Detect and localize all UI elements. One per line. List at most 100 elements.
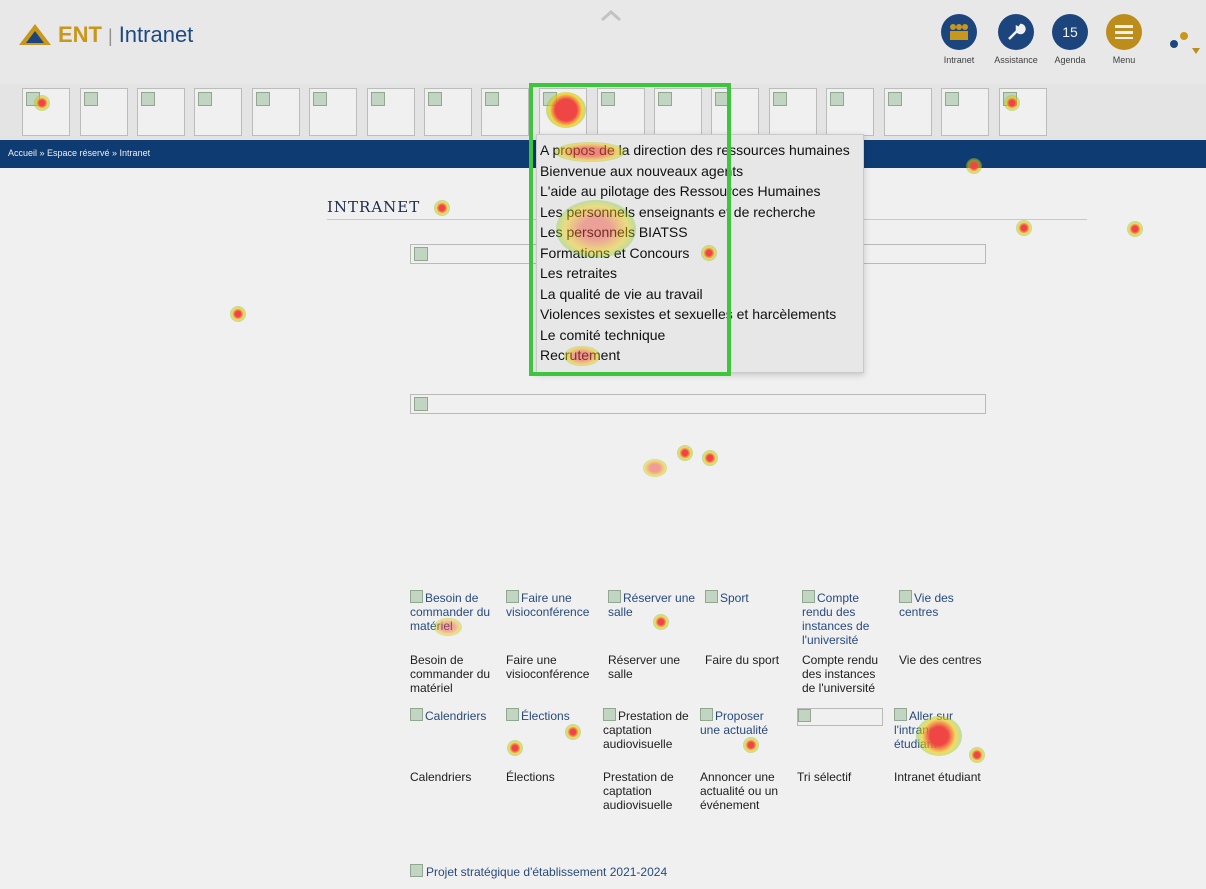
tile-vie-centres[interactable]: Vie des centres [899,590,983,619]
banner-image[interactable] [410,394,986,414]
broken-image-icon [26,92,40,106]
quick-link-thumb[interactable] [252,88,300,136]
more-dots-icon[interactable] [1166,22,1202,58]
menu-item-pilotage-rh[interactable]: L'aide au pilotage des Ressources Humain… [540,183,821,199]
top-header: ENT | Intranet Intranet Assistance 15 Agen… [0,0,1206,84]
tile-image-alt[interactable]: Faire une visioconférence [506,590,598,619]
tile-caption: Faire du sport [705,653,780,667]
quick-link-thumb[interactable] [309,88,357,136]
tile-caption: Faire une visioconférence [506,653,590,681]
tile-captation[interactable]: Prestation de captation audiovisuelle [603,708,689,751]
tile-sport[interactable]: Sport [705,590,797,605]
breadcrumb[interactable]: Accueil » Espace réservé » Intranet [8,148,150,158]
tile-image-alt[interactable]: Aller sur l'intranet étudiant [894,708,978,751]
broken-image-icon [705,590,718,603]
heatmap-point [230,306,246,322]
menu-item-comite-technique[interactable]: Le comité technique [540,327,665,343]
quick-link-thumb[interactable] [826,88,874,136]
broken-image-icon [543,92,557,106]
tile-reserver-salle[interactable]: Réserver une salle [608,590,700,619]
tile-visioconference[interactable]: Faire une visioconférence [506,590,598,619]
quick-link-thumb[interactable] [22,88,70,136]
heatmap-point [507,740,523,756]
menu-item-enseignants-chercheurs[interactable]: Les personnels enseignants et de recherc… [540,204,816,220]
tile-caption: Annoncer une actualité ou un événement [700,770,779,812]
quick-link-thumb[interactable] [999,88,1047,136]
tile-image-alt[interactable]: Prestation de captation audiovisuelle [603,708,689,751]
quick-link-thumb[interactable] [597,88,645,136]
app-intranet[interactable]: Intranet [932,14,986,65]
broken-image-icon [506,708,519,721]
app-label: Agenda [1054,55,1086,65]
tile-intranet-etudiant[interactable]: Aller sur l'intranet étudiant [894,708,978,751]
tile-image-alt[interactable]: Élections [506,708,598,723]
quick-link-thumb[interactable] [481,88,529,136]
broken-image-icon [371,92,385,106]
menu-item-direction-rh[interactable]: A propos de la direction des ressources … [540,142,850,158]
quick-link-thumb[interactable] [711,88,759,136]
app-menu[interactable]: Menu [1097,14,1151,65]
menu-item-retraites[interactable]: Les retraites [540,265,617,281]
tile-caption: Élections [506,770,555,784]
tile-caption: Vie des centres [899,653,982,667]
logo-ent: ENT [58,22,102,47]
broken-image-icon [802,590,815,603]
tile-image-alt[interactable]: Besoin de commander du matériel [410,590,502,633]
broken-image-icon [410,708,423,721]
broken-image-icon [506,590,519,603]
quick-link-thumb[interactable] [769,88,817,136]
app-label: Assistance [994,55,1038,65]
agenda-day: 15 [1062,24,1078,40]
menu-item-recrutement[interactable]: Recrutement [540,347,620,363]
tile-image-alt[interactable]: Calendriers [410,708,502,723]
heatmap-point [1016,220,1032,236]
tile-image-alt[interactable]: Sport [705,590,797,605]
tile-image-alt[interactable]: Réserver une salle [608,590,700,619]
app-assistance[interactable]: Assistance [989,14,1043,65]
calendar-icon: 15 [1052,14,1088,50]
app-label: Menu [1112,55,1136,65]
projet-strategique-link[interactable]: Projet stratégique d'établissement 2021-… [410,864,667,879]
quick-link-thumb[interactable] [137,88,185,136]
tile-elections[interactable]: Élections [506,708,598,723]
quick-link-thumb[interactable] [941,88,989,136]
quick-link-thumb[interactable] [654,88,702,136]
quick-link-thumb[interactable] [884,88,932,136]
menu-item-violences[interactable]: Violences sexistes et sexuelles et harcè… [540,306,836,322]
quick-link-thumb[interactable] [80,88,128,136]
tile-caption: Prestation de captation audiovisuelle [603,770,674,812]
app-agenda[interactable]: 15 Agenda [1043,14,1097,65]
tile-commander-materiel[interactable]: Besoin de commander du matériel [410,590,502,633]
broken-image-icon [945,92,959,106]
ent-logo[interactable]: ENT | Intranet [18,22,193,48]
menu-item-biatss[interactable]: Les personnels BIATSS [540,224,688,240]
tile-image-alt[interactable] [798,709,882,724]
tile-calendriers[interactable]: Calendriers [410,708,502,723]
quick-link-thumb[interactable] [367,88,415,136]
quick-link-thumb-rh[interactable] [539,88,587,136]
logo-title: Intranet [118,22,194,47]
tile-tri-selectif[interactable] [797,708,883,726]
broken-image-icon [410,590,423,603]
tile-image-alt[interactable]: Proposer une actualité [700,708,784,737]
broken-image-icon [1003,92,1017,106]
quick-link-thumb[interactable] [194,88,242,136]
broken-image-icon [603,708,616,721]
menu-item-qualite-vie[interactable]: La qualité de vie au travail [540,286,703,302]
tile-actualite[interactable]: Proposer une actualité [700,708,784,737]
tile-caption: Besoin de commander du matériel [410,653,491,695]
menu-item-nouveaux-agents[interactable]: Bienvenue aux nouveaux agents [540,163,743,179]
chevron-up-icon[interactable] [600,10,622,22]
broken-image-icon [715,92,729,106]
tile-compte-rendu[interactable]: Compte rendu des instances de l'universi… [802,590,886,647]
wrench-icon [998,14,1034,50]
page-title: INTRANET [327,198,421,216]
quick-link-thumb[interactable] [424,88,472,136]
heatmap-point [434,200,450,216]
broken-image-icon [256,92,270,106]
menu-item-formations-concours[interactable]: Formations et Concours [540,245,689,261]
tile-image-alt[interactable]: Vie des centres [899,590,983,619]
broken-image-icon [84,92,98,106]
tile-image-alt[interactable]: Compte rendu des instances de l'universi… [802,590,886,647]
tile-caption: Réserver une salle [608,653,681,681]
